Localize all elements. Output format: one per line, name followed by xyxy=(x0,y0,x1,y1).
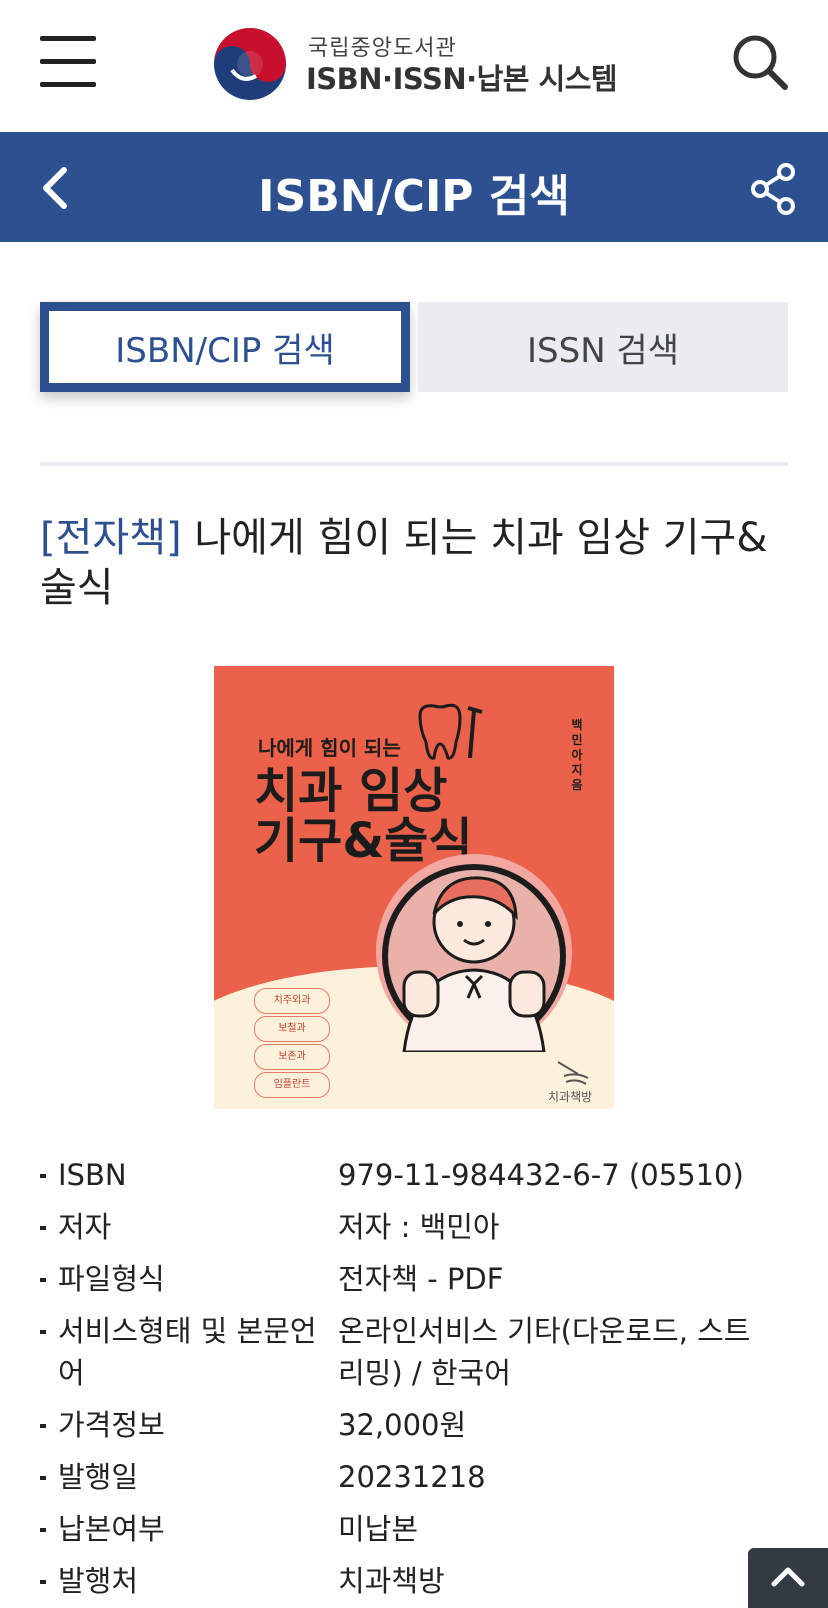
info-value: 32,000원 xyxy=(338,1408,467,1442)
info-label: 저자 xyxy=(58,1210,112,1244)
book-title: [전자책] 나에게 힘이 되는 치과 임상 기구&술식 xyxy=(40,513,800,613)
info-label: 납본여부 xyxy=(58,1512,165,1546)
bullet xyxy=(40,1424,46,1428)
girl-illustration-icon xyxy=(376,854,572,1052)
cover-pill: 보존과 xyxy=(254,1044,330,1070)
info-value: 전자책 - PDF xyxy=(338,1262,504,1296)
bullet xyxy=(40,1174,46,1178)
info-value: 미납본 xyxy=(338,1512,419,1546)
logo-title[interactable]: ISBN·ISSN·납본 시스템 xyxy=(306,56,618,98)
hamburger-menu-icon[interactable] xyxy=(40,36,96,88)
tooth-icon xyxy=(418,703,483,760)
chevron-up-icon xyxy=(771,1567,805,1587)
bullet xyxy=(40,1330,46,1334)
cover-title: 치과 임상 기구&술식 xyxy=(254,766,473,866)
tab-issn-search[interactable]: ISSN 검색 xyxy=(418,302,788,392)
info-value: 온라인서비스 기타(다운로드, 스트리밍) / 한국어 xyxy=(338,1314,751,1390)
info-value: 저자 : 백민아 xyxy=(338,1210,500,1244)
cover-pill: 보철과 xyxy=(254,1016,330,1042)
cover-author: 백민아 지음 xyxy=(571,718,583,792)
info-value: 979-11-984432-6-7 (05510) xyxy=(338,1158,744,1192)
tab-isbn-cip-search[interactable]: ISBN/CIP 검색 xyxy=(40,302,410,392)
bullet xyxy=(40,1226,46,1230)
page-title: ISBN/CIP 검색 xyxy=(258,171,570,222)
cover-subtitle: 나에게 힘이 되는 xyxy=(258,736,401,760)
info-label: 가격정보 xyxy=(58,1408,165,1442)
cover-pill: 치주외과 xyxy=(254,988,330,1014)
info-value: 치과책방 xyxy=(338,1564,445,1598)
book-cover-image: 나에게 힘이 되는 치과 임상 기구&술식 백민아 지음 치주외과 보철과 보존… xyxy=(214,666,614,1109)
scroll-top-button[interactable] xyxy=(748,1548,828,1608)
bullet xyxy=(40,1476,46,1480)
logo-emblem-icon xyxy=(214,28,286,100)
bullet xyxy=(40,1528,46,1532)
publisher-logo-icon xyxy=(557,1061,589,1085)
cover-publisher: 치과책방 xyxy=(548,1090,593,1104)
book-type-tag: [전자책] xyxy=(40,515,182,561)
info-label: 서비스형태 및 본문언어 xyxy=(58,1314,317,1390)
info-label: 파일형식 xyxy=(58,1262,165,1296)
cover-title-line1: 치과 임상 xyxy=(254,763,448,819)
bullet xyxy=(40,1580,46,1584)
info-label: 발행일 xyxy=(58,1460,139,1494)
search-icon[interactable] xyxy=(730,32,790,92)
bullet xyxy=(40,1278,46,1282)
cover-pill: 임플란트 xyxy=(254,1072,330,1098)
share-icon[interactable] xyxy=(748,162,798,216)
info-value: 20231218 xyxy=(338,1460,486,1494)
divider xyxy=(40,462,788,466)
info-label: ISBN xyxy=(58,1158,127,1192)
info-label: 발행처 xyxy=(58,1564,139,1598)
